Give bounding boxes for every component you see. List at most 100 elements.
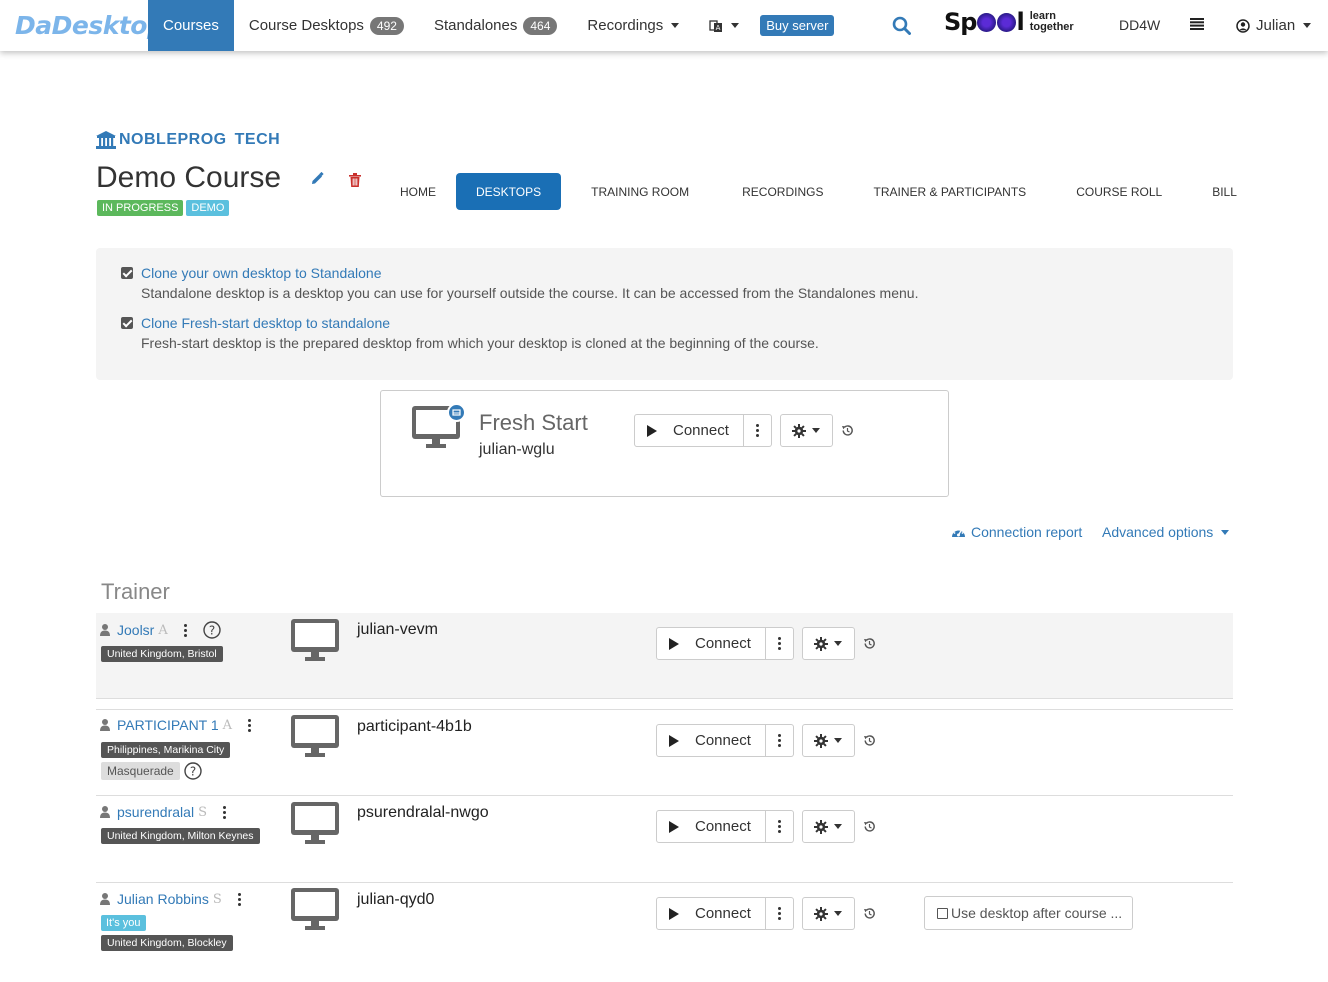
row-divider — [96, 709, 1233, 710]
list-icon[interactable] — [1190, 18, 1204, 30]
fresh-start-desktop-name: julian-wglu — [479, 441, 555, 458]
person-name-link[interactable]: Julian Robbins — [117, 891, 209, 907]
desktop-actions: Connect — [656, 897, 876, 930]
connection-report-link[interactable]: Connection report — [951, 524, 1082, 540]
nav-course-desktops[interactable]: Course Desktops 492 — [234, 0, 419, 51]
history-icon[interactable] — [863, 734, 876, 747]
settings-dropdown-button[interactable] — [801, 724, 855, 757]
person-cell: PARTICIPANT 1 A — [100, 717, 252, 733]
connection-report-label: Connection report — [971, 524, 1083, 540]
person-cell: psurendralal S — [100, 804, 226, 820]
fresh-start-title: Fresh Start — [479, 410, 588, 435]
chevron-down-icon — [834, 738, 843, 743]
more-options-button[interactable] — [765, 724, 794, 757]
chevron-down-icon — [834, 641, 843, 646]
dashboard-icon — [952, 529, 965, 537]
history-icon[interactable] — [863, 907, 876, 920]
vertical-dots-icon[interactable] — [237, 892, 241, 906]
tab-trainer-participants[interactable]: TRAINER & PARTICIPANTS — [848, 173, 1051, 210]
help-circle-icon[interactable]: ? — [184, 762, 202, 780]
more-options-button[interactable] — [765, 897, 794, 930]
fresh-start-actions: Connect — [634, 414, 854, 447]
tab-course-roll[interactable]: COURSE ROLL — [1051, 173, 1187, 210]
play-icon — [669, 907, 679, 920]
play-icon — [669, 734, 679, 747]
connect-button[interactable]: Connect — [634, 414, 744, 447]
nav-courses[interactable]: Courses — [148, 0, 234, 51]
svg-text:A: A — [716, 24, 721, 32]
standalones-count: 464 — [523, 16, 558, 35]
advanced-options-dropdown[interactable]: Advanced options — [1102, 524, 1230, 540]
clone-own-desktop-link[interactable]: Clone your own desktop to Standalone — [141, 265, 382, 281]
vertical-dots-icon — [777, 637, 781, 650]
vertical-dots-icon[interactable] — [183, 623, 187, 637]
tab-training-room[interactable]: TRAINING ROOM — [561, 173, 715, 210]
monitor-icon — [291, 715, 339, 757]
vertical-dots-icon — [777, 734, 781, 747]
user-icon — [100, 719, 110, 731]
connect-button[interactable]: Connect — [656, 627, 766, 660]
connect-label: Connect — [695, 905, 751, 922]
search-icon[interactable] — [892, 16, 911, 35]
nav-recordings[interactable]: Recordings — [572, 0, 694, 51]
location-badge: United Kingdom, Blockley — [101, 935, 233, 951]
settings-dropdown-button[interactable] — [779, 414, 833, 447]
user-name: Julian — [1256, 17, 1296, 34]
connect-button[interactable]: Connect — [656, 810, 766, 843]
desktop-actions: Connect — [656, 724, 876, 757]
settings-dropdown-button[interactable] — [801, 810, 855, 843]
desktop-name: participant-4b1b — [357, 718, 472, 735]
clone-fresh-desktop-link[interactable]: Clone Fresh-start desktop to standalone — [141, 315, 390, 331]
nav-standalones-label: Standalones — [433, 17, 518, 34]
more-options-button[interactable] — [765, 810, 794, 843]
masquerade-button[interactable]: Masquerade — [101, 762, 180, 780]
history-icon[interactable] — [863, 637, 876, 650]
connect-button[interactable]: Connect — [656, 724, 766, 757]
use-desktop-after-course-button[interactable]: Use desktop after course ... — [924, 896, 1133, 930]
spool-tagline: learn together — [1029, 10, 1074, 33]
nav-recordings-label: Recordings — [587, 17, 664, 34]
connect-button[interactable]: Connect — [656, 897, 766, 930]
clone-fresh-description: Fresh-start desktop is the prepared desk… — [141, 335, 819, 351]
desktop-name: julian-qyd0 — [357, 891, 435, 908]
vertical-dots-icon[interactable] — [248, 718, 252, 732]
gear-icon — [814, 819, 829, 834]
translate-icon: A — [709, 19, 723, 32]
tab-home[interactable]: HOME — [380, 173, 456, 210]
its-you-badge: It's you — [101, 915, 146, 931]
clone-info-panel: Clone your own desktop to Standalone Sta… — [96, 248, 1233, 380]
institution-icon — [96, 131, 116, 149]
row-divider — [96, 795, 1233, 796]
history-icon[interactable] — [841, 424, 854, 437]
trash-icon[interactable] — [349, 173, 361, 187]
tab-recordings[interactable]: RECORDINGS — [715, 173, 848, 210]
organization-name[interactable]: NOBLEPROG TECH — [96, 131, 280, 149]
language-menu[interactable]: A — [694, 0, 754, 51]
clone-own-description: Standalone desktop is a desktop you can … — [141, 285, 919, 301]
vertical-dots-icon[interactable] — [222, 805, 226, 819]
more-options-button[interactable] — [743, 414, 772, 447]
person-name-link[interactable]: PARTICIPANT 1 — [117, 717, 219, 733]
history-icon[interactable] — [863, 820, 876, 833]
connect-label: Connect — [695, 732, 751, 749]
chevron-down-icon — [731, 23, 740, 28]
brand-logo[interactable]: DaDesktop — [0, 11, 165, 40]
more-options-button[interactable] — [765, 627, 794, 660]
spool-logo[interactable]: Sp l learn together — [944, 8, 1074, 36]
tab-bill[interactable]: BILL — [1187, 173, 1262, 210]
person-name-link[interactable]: Joolsr — [117, 622, 154, 638]
nav-standalones[interactable]: Standalones 464 — [419, 0, 572, 51]
dd4w-link[interactable]: DD4W — [1119, 17, 1160, 33]
buy-server-button[interactable]: Buy server — [760, 15, 835, 36]
gear-icon — [814, 906, 829, 921]
settings-dropdown-button[interactable] — [801, 627, 855, 660]
help-circle-icon[interactable]: ? — [203, 621, 221, 639]
tab-desktops[interactable]: DESKTOPS — [456, 173, 562, 210]
use-after-label: Use desktop after course ... — [951, 905, 1123, 921]
pencil-icon[interactable] — [310, 172, 324, 186]
person-name-link[interactable]: psurendralal — [117, 804, 194, 820]
row-divider — [96, 882, 1233, 883]
user-menu[interactable]: Julian — [1236, 17, 1312, 34]
settings-dropdown-button[interactable] — [801, 897, 855, 930]
role-indicator: S — [198, 804, 207, 820]
